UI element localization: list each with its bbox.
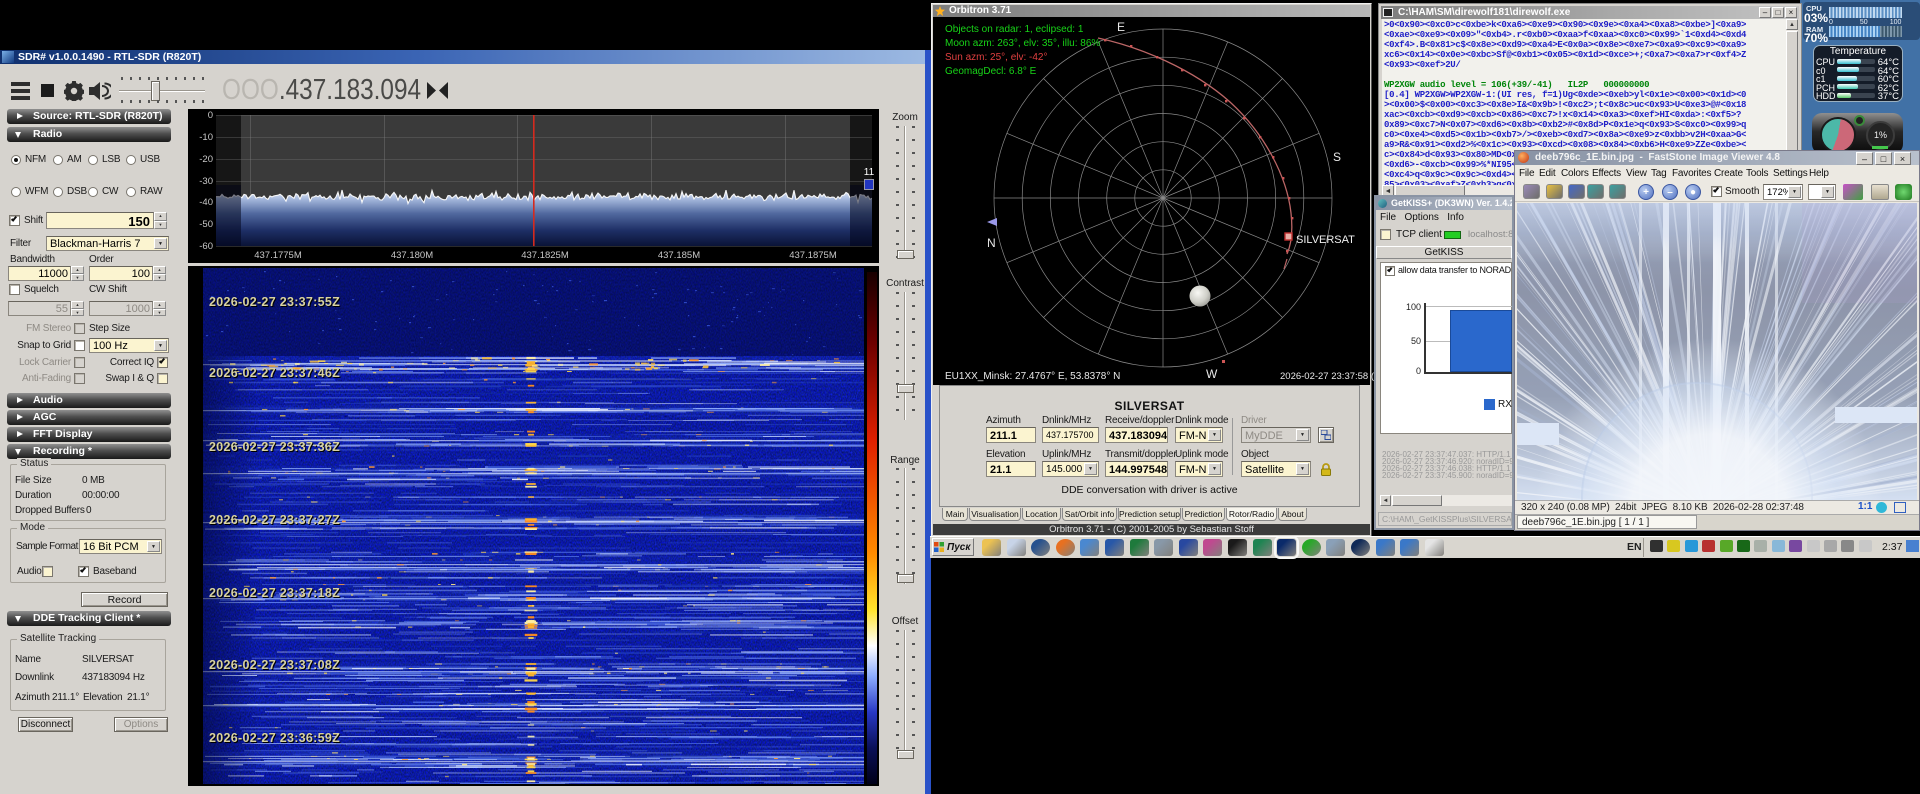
svg-text:S: S [1333,150,1341,164]
svg-text:E: E [1117,20,1125,34]
svg-text:W: W [1206,367,1218,381]
svg-text:SILVERSAT: SILVERSAT [1296,234,1355,246]
svg-text:N: N [987,236,996,250]
